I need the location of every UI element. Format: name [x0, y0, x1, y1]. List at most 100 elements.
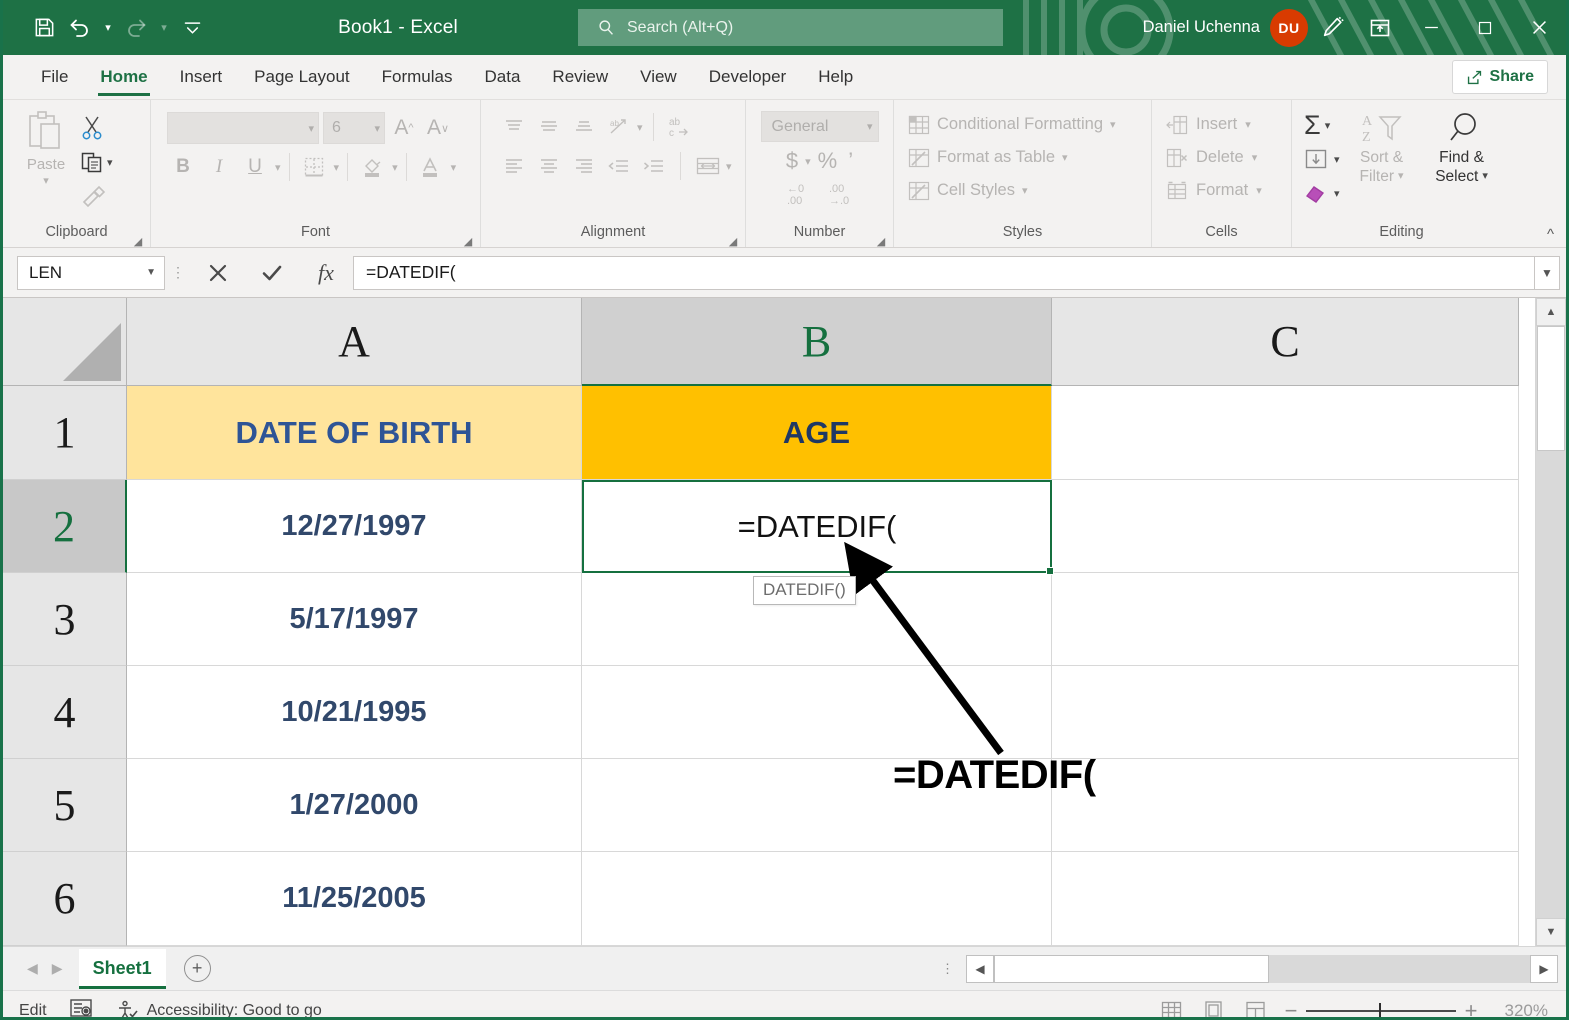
format-as-table-icon: [908, 148, 930, 168]
tab-home[interactable]: Home: [84, 57, 163, 99]
cell-A4[interactable]: 10/21/1995: [127, 666, 582, 759]
page-break-view-button[interactable]: [1234, 994, 1276, 1020]
collapse-ribbon-icon[interactable]: ^: [1547, 226, 1554, 243]
cell-A5[interactable]: 1/27/2000: [127, 759, 582, 852]
scroll-up-button[interactable]: ▲: [1536, 298, 1566, 326]
macro-record-icon[interactable]: [69, 997, 94, 1020]
zoom-level[interactable]: 320%: [1486, 1001, 1548, 1020]
add-sheet-button[interactable]: +: [184, 955, 211, 982]
format-painter-button[interactable]: [80, 180, 113, 212]
horizontal-scrollbar[interactable]: ◀ ▶: [966, 955, 1566, 983]
tab-view[interactable]: View: [624, 57, 693, 99]
tab-review[interactable]: Review: [536, 57, 624, 99]
tab-formulas[interactable]: Formulas: [366, 57, 469, 99]
insert-function-button[interactable]: fx: [299, 256, 353, 290]
cell-B2[interactable]: =DATEDIF(: [582, 480, 1052, 573]
formula-input[interactable]: =DATEDIF(: [353, 256, 1534, 290]
expand-formula-bar-icon[interactable]: ▼: [1534, 256, 1560, 290]
cell-A6[interactable]: 11/25/2005: [127, 852, 582, 946]
copy-dropdown-icon[interactable]: ▾: [107, 156, 113, 169]
normal-view-button[interactable]: [1150, 994, 1192, 1020]
avatar[interactable]: DU: [1270, 9, 1308, 47]
autosum-button[interactable]: Σ ▾: [1304, 110, 1340, 140]
name-box[interactable]: LEN ▼: [17, 256, 165, 290]
zoom-slider[interactable]: [1306, 994, 1456, 1020]
alignment-dialog-launcher-icon[interactable]: ◢: [727, 231, 739, 243]
zoom-out-button[interactable]: −: [1276, 998, 1306, 1020]
tab-file[interactable]: File: [25, 57, 84, 99]
fill-button[interactable]: ▾: [1304, 144, 1340, 174]
find-select-dropdown-icon[interactable]: ▾: [1482, 167, 1488, 186]
number-dialog-launcher-icon[interactable]: ◢: [875, 231, 887, 243]
cell-A3[interactable]: 5/17/1997: [127, 573, 582, 666]
scroll-right-button[interactable]: ▶: [1530, 955, 1558, 983]
save-icon[interactable]: [27, 11, 61, 45]
zoom-in-button[interactable]: +: [1456, 998, 1486, 1020]
row-header-1[interactable]: 1: [3, 386, 127, 480]
find-select-button[interactable]: Find & Select ▾: [1424, 108, 1500, 186]
cell-A2[interactable]: 12/27/1997: [127, 480, 582, 573]
clear-button[interactable]: ▾: [1304, 178, 1340, 208]
vertical-scroll-track[interactable]: [1536, 326, 1566, 918]
cancel-formula-button[interactable]: [191, 256, 245, 290]
tab-insert[interactable]: Insert: [164, 57, 239, 99]
cut-button[interactable]: [80, 112, 113, 144]
vertical-scrollbar[interactable]: ▲ ▼: [1535, 298, 1566, 946]
name-box-dropdown-icon[interactable]: ▼: [146, 267, 156, 278]
tab-developer[interactable]: Developer: [693, 57, 803, 99]
sheet-next-icon[interactable]: ▶: [52, 960, 63, 977]
sheet-bar-splitter[interactable]: ⋮: [941, 961, 966, 977]
close-button[interactable]: [1512, 0, 1566, 55]
scroll-down-button[interactable]: ▼: [1536, 918, 1566, 946]
row-header-2[interactable]: 2: [3, 480, 127, 573]
sheet-tab-sheet1[interactable]: Sheet1: [79, 949, 166, 989]
column-header-a[interactable]: A: [127, 298, 582, 386]
enter-formula-button[interactable]: [245, 256, 299, 290]
tab-page-layout[interactable]: Page Layout: [238, 57, 365, 99]
copy-button[interactable]: ▾: [80, 146, 113, 178]
undo-dropdown-icon[interactable]: ▾: [99, 11, 117, 45]
cell-C4[interactable]: [1052, 666, 1519, 759]
row-header-6[interactable]: 6: [3, 852, 127, 946]
select-all-button[interactable]: [3, 298, 127, 386]
zoom-slider-knob[interactable]: [1379, 1003, 1381, 1019]
horizontal-scroll-thumb[interactable]: [994, 955, 1269, 983]
clipboard-dialog-launcher-icon[interactable]: ◢: [132, 231, 144, 243]
row-header-3[interactable]: 3: [3, 573, 127, 666]
cell-C5[interactable]: [1052, 759, 1519, 852]
vertical-scroll-thumb[interactable]: [1537, 326, 1565, 451]
minimize-button[interactable]: [1404, 0, 1458, 55]
fill-handle[interactable]: [1046, 567, 1054, 575]
cell-B4[interactable]: [582, 666, 1052, 759]
cell-C3[interactable]: [1052, 573, 1519, 666]
customize-qat-icon[interactable]: [175, 11, 209, 45]
sheet-prev-icon[interactable]: ◀: [27, 960, 38, 977]
cell-C2[interactable]: [1052, 480, 1519, 573]
fill-dropdown-icon[interactable]: ▾: [1334, 153, 1340, 166]
horizontal-scroll-track[interactable]: [994, 955, 1530, 983]
maximize-button[interactable]: [1458, 0, 1512, 55]
cell-A1[interactable]: DATE OF BIRTH: [127, 386, 582, 480]
undo-icon[interactable]: [63, 11, 97, 45]
cell-B6[interactable]: [582, 852, 1052, 946]
scroll-left-button[interactable]: ◀: [966, 955, 994, 983]
page-layout-view-button[interactable]: [1192, 994, 1234, 1020]
clear-dropdown-icon[interactable]: ▾: [1334, 187, 1340, 200]
pen-icon[interactable]: [1308, 0, 1356, 55]
column-header-b[interactable]: B: [582, 298, 1052, 386]
tab-help[interactable]: Help: [802, 57, 869, 99]
font-dialog-launcher-icon[interactable]: ◢: [462, 231, 474, 243]
cell-B1[interactable]: AGE: [582, 386, 1052, 480]
formula-bar-grip[interactable]: ⋮: [165, 264, 191, 281]
row-header-5[interactable]: 5: [3, 759, 127, 852]
cell-C1[interactable]: [1052, 386, 1519, 480]
accessibility-status[interactable]: Accessibility: Good to go: [116, 1000, 322, 1020]
tab-data[interactable]: Data: [469, 57, 537, 99]
search-box[interactable]: Search (Alt+Q): [578, 9, 1003, 46]
column-header-c[interactable]: C: [1052, 298, 1519, 386]
autosum-dropdown-icon[interactable]: ▾: [1325, 119, 1331, 132]
share-button[interactable]: Share: [1452, 60, 1548, 94]
cell-C6[interactable]: [1052, 852, 1519, 946]
ribbon-display-options-icon[interactable]: [1356, 0, 1404, 55]
row-header-4[interactable]: 4: [3, 666, 127, 759]
